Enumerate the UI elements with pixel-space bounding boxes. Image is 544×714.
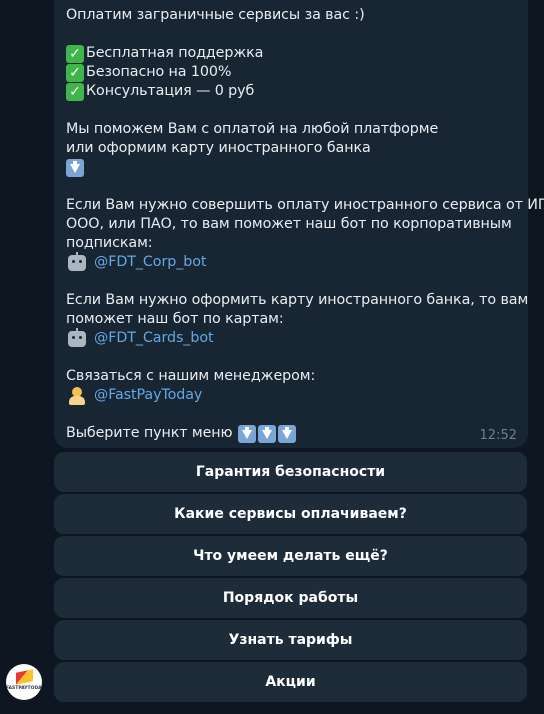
avatar[interactable]: FASTPAYTODAY xyxy=(6,664,42,700)
manager-text: Связаться с нашим менеджером: xyxy=(66,368,316,384)
workflow-button[interactable]: Порядок работы xyxy=(54,578,527,618)
robot-icon xyxy=(68,251,86,271)
check-icon: ✓ xyxy=(66,63,84,82)
down-arrow-icon xyxy=(66,158,84,177)
corp-bot-row: @FDT_Corp_bot xyxy=(66,251,524,272)
feature-item: ✓ Консультация — 0 руб xyxy=(66,82,524,101)
corp-text-line: Если Вам нужно совершить оплату иностран… xyxy=(66,197,544,213)
tariffs-button[interactable]: Узнать тарифы xyxy=(54,620,527,660)
robot-icon xyxy=(68,327,86,347)
promotions-button[interactable]: Акции xyxy=(54,662,527,702)
feature-item: ✓ Бесплатная поддержка xyxy=(66,44,524,63)
cards-text-line: поможет наш бот по картам: xyxy=(66,311,284,327)
check-icon: ✓ xyxy=(66,82,84,101)
cards-bot-row: @FDT_Cards_bot xyxy=(66,327,524,348)
message-time: 12:52 xyxy=(479,428,517,443)
feature-item: ✓ Безопасно на 100% xyxy=(66,63,524,82)
help-text-line: Мы поможем Вам с оплатой на любой платфо… xyxy=(66,121,439,137)
intro-text: Оплатим заграничные сервисы за вас :) xyxy=(66,7,365,23)
check-icon: ✓ xyxy=(66,44,84,63)
manager-link[interactable]: @FastPayToday xyxy=(94,386,202,405)
person-icon xyxy=(68,386,86,405)
choose-text: Выберите пункт меню xyxy=(66,425,233,441)
services-button[interactable]: Какие сервисы оплачиваем? xyxy=(54,494,527,534)
help-text-line: или оформим карту иностранного банка xyxy=(66,140,371,156)
security-guarantee-button[interactable]: Гарантия безопасности xyxy=(54,452,527,492)
down-arrow-row xyxy=(66,158,524,177)
more-features-button[interactable]: Что умеем делать ещё? xyxy=(54,536,527,576)
manager-row: @FastPayToday xyxy=(66,386,524,405)
down-arrow-icon xyxy=(238,424,257,443)
cards-bot-link[interactable]: @FDT_Cards_bot xyxy=(94,329,214,348)
choose-row: Выберите пункт меню xyxy=(66,424,524,443)
avatar-logo-text: FASTPAYTODAY xyxy=(6,686,42,691)
down-arrow-icon xyxy=(278,424,297,443)
cards-text-line: Если Вам нужно оформить карту иностранно… xyxy=(66,292,529,308)
logo-flag-icon xyxy=(16,669,33,685)
message-text: Оплатим заграничные сервисы за вас :) ✓ … xyxy=(66,0,544,443)
corp-text-line: подпискам: xyxy=(66,235,153,251)
corp-text-line: ООО, или ПАО, то вам поможет наш бот по … xyxy=(66,216,512,232)
down-arrow-icon xyxy=(258,424,277,443)
corp-bot-link[interactable]: @FDT_Corp_bot xyxy=(94,253,206,272)
